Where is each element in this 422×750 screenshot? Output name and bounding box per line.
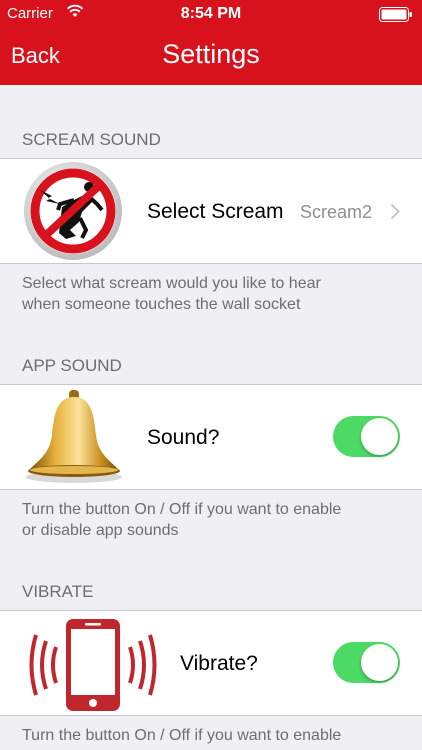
sound-row: Sound? <box>0 384 422 490</box>
section-header-scream-sound: SCREAM SOUND <box>22 130 161 149</box>
clock: 8:54 PM <box>180 5 242 22</box>
status-bar: Carrier 8:54 PM <box>0 0 422 28</box>
vibrate-footer-line-1: Turn the button On / Off if you want to … <box>22 727 342 744</box>
sound-label: Sound? <box>147 426 220 449</box>
section-header-vibrate: VIBRATE <box>22 582 94 601</box>
vibrate-footer-text: Turn the button On / Off if you want to … <box>22 725 402 746</box>
app-sound-footer-text: Turn the button On / Off if you want to … <box>22 499 402 541</box>
navigation-bar: Carrier 8:54 PM Back Settings <box>0 0 422 85</box>
vibrate-toggle[interactable] <box>333 642 400 683</box>
no-electric-shock-icon <box>24 162 122 260</box>
select-scream-row[interactable]: Select Scream Scream2 <box>0 158 422 264</box>
sound-toggle[interactable] <box>333 416 400 457</box>
section-header-app-sound: APP SOUND <box>22 356 122 375</box>
sound-toggle-knob <box>361 418 398 455</box>
vibrate-toggle-knob <box>361 644 398 681</box>
vibrating-phone-icon <box>29 619 157 711</box>
select-scream-label: Select Scream <box>147 200 284 223</box>
vibrate-label: Vibrate? <box>180 652 258 675</box>
vibrate-row: Vibrate? <box>0 610 422 716</box>
battery-icon <box>379 7 412 22</box>
scream-footer-text: Select what scream would you like to hea… <box>22 273 402 315</box>
bell-icon <box>26 390 122 483</box>
scream-footer-line-2: when someone touches the wall socket <box>22 296 301 313</box>
app-sound-footer-line-2: or disable app sounds <box>22 522 179 539</box>
app-sound-footer-line-1: Turn the button On / Off if you want to … <box>22 501 342 518</box>
scream-footer-line-1: Select what scream would you like to hea… <box>22 275 321 292</box>
chevron-right-icon <box>390 203 400 220</box>
page-title: Settings <box>162 39 260 69</box>
selected-scream-value: Scream2 <box>300 202 373 222</box>
